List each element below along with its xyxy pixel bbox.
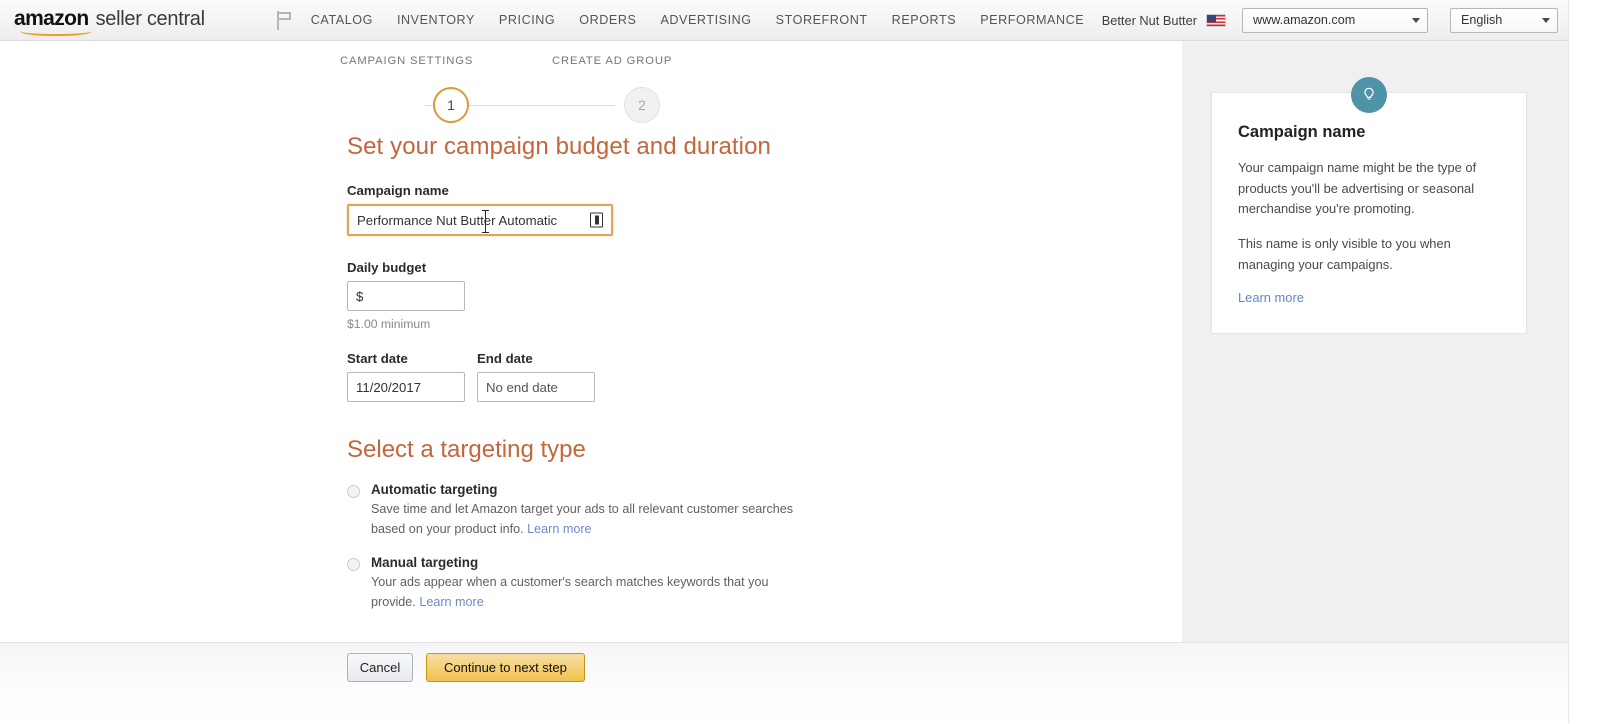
autofill-icon[interactable] <box>590 212 603 228</box>
step-label-campaign-settings: CAMPAIGN SETTINGS <box>340 55 474 67</box>
marketplace-select-value: www.amazon.com <box>1253 13 1356 27</box>
chevron-down-icon <box>1542 17 1550 23</box>
start-date-input[interactable]: 11/20/2017 <box>347 372 465 402</box>
manual-targeting-learn-more-link[interactable]: Learn more <box>419 595 483 609</box>
wizard-stepper: CAMPAIGN SETTINGS CREATE AD GROUP 1 2 <box>340 55 760 125</box>
start-date-label: Start date <box>347 351 408 366</box>
step-label-create-ad-group: CREATE AD GROUP <box>552 55 673 67</box>
nav-item-inventory[interactable]: INVENTORY <box>397 13 475 27</box>
start-date-value: 11/20/2017 <box>356 379 422 395</box>
targeting-option-automatic[interactable]: Automatic targeting Save time and let Am… <box>347 482 1147 539</box>
automatic-targeting-title[interactable]: Automatic targeting <box>371 482 801 497</box>
targeting-option-manual-texts: Manual targeting Your ads appear when a … <box>371 555 801 612</box>
language-select[interactable]: English <box>1450 7 1558 33</box>
nav-item-advertising[interactable]: ADVERTISING <box>660 13 751 27</box>
language-select-value: English <box>1461 13 1503 27</box>
us-flag-icon <box>1206 13 1226 27</box>
nav-item-catalog[interactable]: CATALOG <box>311 13 373 27</box>
page-root: amazon seller central CATALOG INVENTORY … <box>0 0 1600 724</box>
automatic-targeting-learn-more-link[interactable]: Learn more <box>527 522 591 536</box>
help-card-title: Campaign name <box>1238 123 1366 141</box>
targeting-section-title: Select a targeting type <box>347 436 586 463</box>
footer-buttons: Cancel Continue to next step <box>347 653 585 682</box>
end-date-label: End date <box>477 351 533 366</box>
flag-icon[interactable] <box>276 10 293 30</box>
campaign-name-input[interactable]: Performance Nut Butter Automatic <box>347 204 613 236</box>
end-date-value: No end date <box>486 379 558 395</box>
nav-item-pricing[interactable]: PRICING <box>499 13 555 27</box>
end-date-input[interactable]: No end date <box>477 372 595 402</box>
step-circle-1[interactable]: 1 <box>433 87 469 123</box>
date-fields-row: Start date 11/20/2017 End date No end da… <box>347 351 1147 402</box>
targeting-option-manual[interactable]: Manual targeting Your ads appear when a … <box>347 555 1147 612</box>
help-card-paragraph-1: Your campaign name might be the type of … <box>1238 160 1477 217</box>
campaign-settings-form: Set your campaign budget and duration Ca… <box>347 133 1147 628</box>
right-page-gutter <box>1568 0 1600 723</box>
campaign-name-value: Performance Nut Butter Automatic <box>357 212 558 228</box>
main-nav-links: CATALOG INVENTORY PRICING ORDERS ADVERTI… <box>311 13 1084 27</box>
help-card-paragraph-2: This name is only visible to you when ma… <box>1238 235 1451 272</box>
seller-central-wordmark: seller central <box>95 8 205 30</box>
daily-budget-helper-text: $1.00 minimum <box>347 317 431 331</box>
end-date-group: End date No end date <box>477 351 595 402</box>
radio-manual-targeting[interactable] <box>347 558 360 572</box>
content-area: CAMPAIGN SETTINGS CREATE AD GROUP 1 2 Se… <box>0 41 1568 642</box>
step-circle-2[interactable]: 2 <box>624 87 660 123</box>
amazon-smile-icon <box>20 25 92 36</box>
continue-to-next-step-button[interactable]: Continue to next step <box>426 653 585 682</box>
amazon-wordmark: amazon <box>14 7 92 36</box>
targeting-option-automatic-texts: Automatic targeting Save time and let Am… <box>371 482 801 539</box>
nav-item-orders[interactable]: ORDERS <box>579 13 636 27</box>
radio-automatic-targeting[interactable] <box>347 485 360 498</box>
top-navigation-bar: amazon seller central CATALOG INVENTORY … <box>0 0 1568 41</box>
daily-budget-value: $ <box>356 288 364 304</box>
daily-budget-label: Daily budget <box>347 260 427 275</box>
seller-central-logo[interactable]: amazon seller central <box>14 7 205 36</box>
campaign-name-label: Campaign name <box>347 183 449 198</box>
manual-targeting-description: Your ads appear when a customer's search… <box>371 573 801 612</box>
lightbulb-icon <box>1351 77 1387 113</box>
marketplace-select[interactable]: www.amazon.com <box>1242 7 1428 33</box>
help-card-learn-more-link[interactable]: Learn more <box>1238 290 1304 305</box>
footer-action-bar: Cancel Continue to next step <box>0 642 1568 724</box>
nav-item-performance[interactable]: PERFORMANCE <box>980 13 1084 27</box>
start-date-group: Start date 11/20/2017 <box>347 351 465 402</box>
daily-budget-input[interactable]: $ <box>347 281 465 311</box>
budget-section-title: Set your campaign budget and duration <box>347 133 771 160</box>
nav-right-cluster: Better Nut Butter www.amazon.com English <box>1101 7 1568 33</box>
nav-item-reports[interactable]: REPORTS <box>892 13 957 27</box>
nav-item-storefront[interactable]: STOREFRONT <box>776 13 868 27</box>
cancel-button[interactable]: Cancel <box>347 653 413 682</box>
manual-targeting-title[interactable]: Manual targeting <box>371 555 801 570</box>
automatic-targeting-description: Save time and let Amazon target your ads… <box>371 500 801 539</box>
flag-cloth <box>278 11 291 20</box>
chevron-down-icon <box>1412 17 1420 23</box>
help-card: Campaign name Your campaign name might b… <box>1211 92 1527 335</box>
text-cursor-icon <box>482 210 489 233</box>
merchant-name: Better Nut Butter <box>1101 12 1197 28</box>
